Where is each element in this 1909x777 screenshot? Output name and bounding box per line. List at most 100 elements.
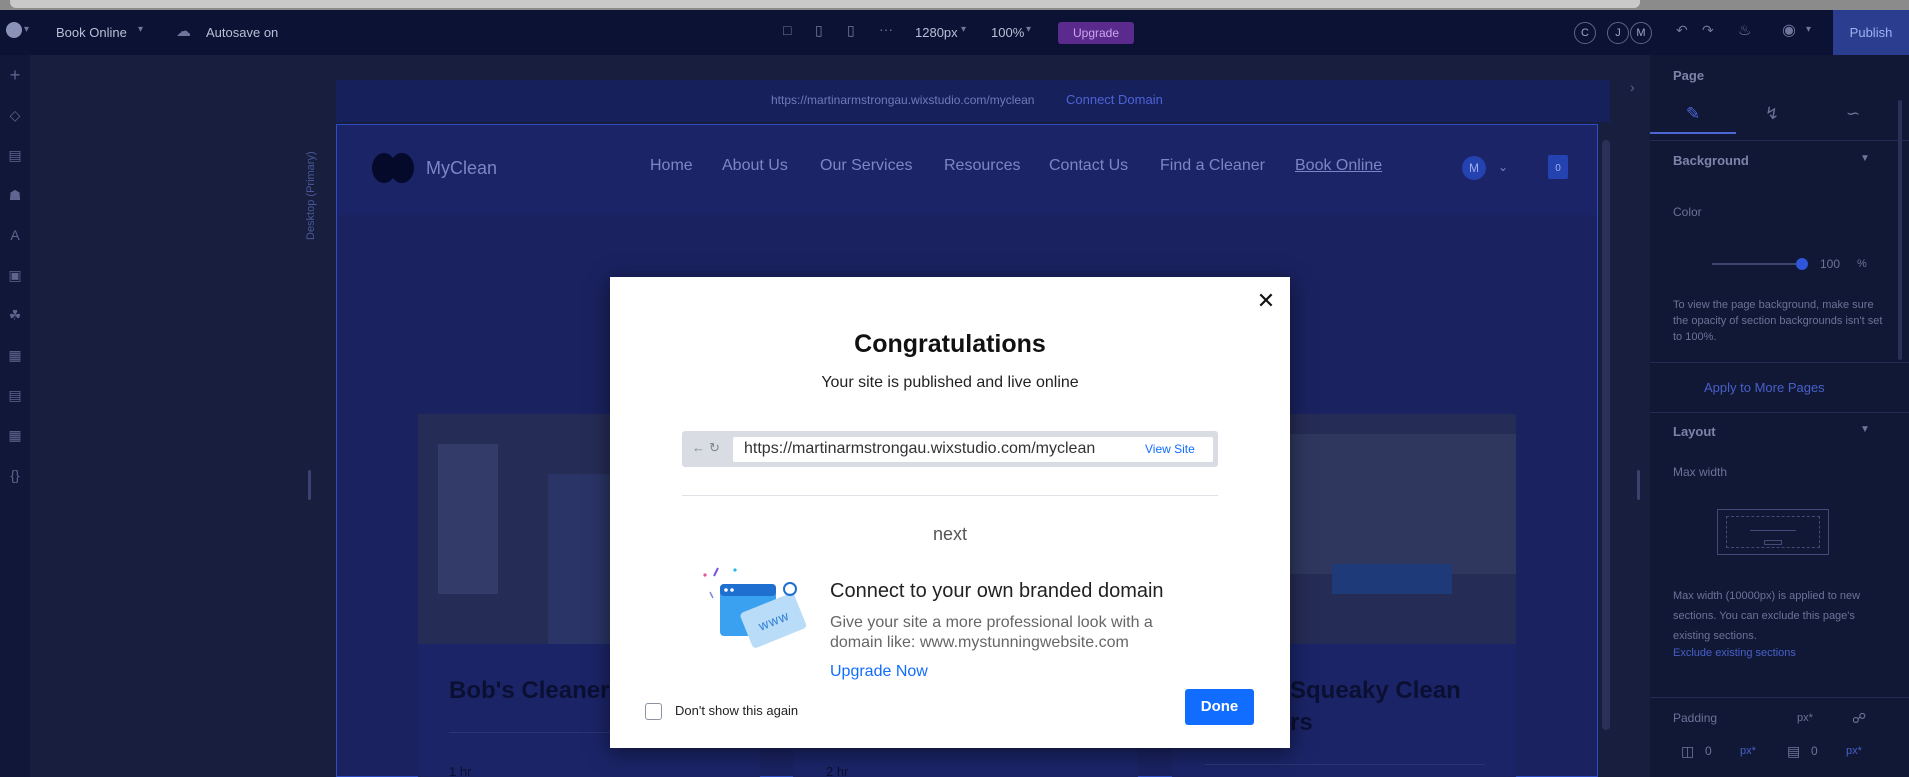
next-label: next xyxy=(932,524,968,544)
connect-tab-icon[interactable]: ∽ xyxy=(1810,104,1896,134)
done-button[interactable]: Done xyxy=(1185,689,1254,725)
text-theme-icon[interactable]: A xyxy=(5,225,25,245)
chevron-down-icon[interactable]: ▾ xyxy=(138,24,143,35)
design-tab-icon[interactable]: ✎ xyxy=(1650,104,1736,134)
opacity-slider-track[interactable] xyxy=(1712,263,1802,265)
site-nav-about[interactable]: About Us xyxy=(722,157,788,175)
panel-scrollbar[interactable] xyxy=(1898,100,1902,360)
service-duration: 1 hr xyxy=(449,764,472,777)
add-icon[interactable]: + xyxy=(5,65,25,85)
autosave-status[interactable]: Autosave on xyxy=(206,25,278,40)
padding-left-unit[interactable]: px* xyxy=(1740,745,1756,757)
zoom-selector[interactable]: 100% xyxy=(991,25,1024,40)
bell-icon[interactable]: ♨ xyxy=(1738,21,1751,39)
wix-logo-icon[interactable] xyxy=(6,22,22,38)
domain-illustration-icon: www xyxy=(703,567,807,648)
connect-domain-description: Give your site a more professional look … xyxy=(830,614,1153,651)
left-toolbar: + ◇ ▤ ☗ A ▣ ☘ ▦ ▤ ▦ {} xyxy=(0,55,30,777)
upgrade-now-link[interactable]: Upgrade Now xyxy=(830,663,928,681)
dialog-divider xyxy=(682,495,1218,496)
redo-icon[interactable]: ↷ xyxy=(1702,22,1714,39)
close-icon[interactable]: ✕ xyxy=(1254,289,1278,313)
widgets-icon[interactable]: ▦ xyxy=(5,345,25,365)
code-icon[interactable]: {} xyxy=(5,465,25,485)
business-icon[interactable]: ▤ xyxy=(5,385,25,405)
site-nav-book-online[interactable]: Book Online xyxy=(1295,157,1382,175)
resize-handle[interactable] xyxy=(1637,470,1640,500)
panel-divider xyxy=(1650,362,1909,363)
pages-icon[interactable]: ▤ xyxy=(5,145,25,165)
view-site-link[interactable]: View Site xyxy=(1145,442,1195,456)
desktop-icon[interactable]: □ xyxy=(783,22,791,38)
site-url-bar: https://martinarmstrongau.wixstudio.com/… xyxy=(336,80,1610,122)
apply-more-pages-link[interactable]: Apply to More Pages xyxy=(1704,380,1825,395)
chevron-down-icon[interactable]: ▼ xyxy=(1860,153,1870,164)
max-width-label: Max width xyxy=(1673,465,1728,479)
dialog-subtitle: Your site is published and live online xyxy=(821,374,1079,391)
site-logo-icon xyxy=(390,153,414,183)
publish-button[interactable]: Publish xyxy=(1833,10,1909,55)
media-icon[interactable]: ▣ xyxy=(5,265,25,285)
opacity-unit: % xyxy=(1857,258,1867,270)
padding-top-value[interactable]: 0 xyxy=(1811,744,1818,758)
max-width-preview[interactable] xyxy=(1717,509,1829,555)
preview-eye-icon[interactable]: ◉ xyxy=(1782,20,1796,40)
connect-domain-link[interactable]: Connect Domain xyxy=(1066,92,1163,107)
chevron-right-icon[interactable]: › xyxy=(1630,79,1635,95)
tablet-icon[interactable]: ▯ xyxy=(815,22,823,39)
chevron-down-icon[interactable]: ▾ xyxy=(1806,24,1811,35)
site-structure-icon[interactable]: ☗ xyxy=(5,185,25,205)
padding-top-unit[interactable]: px* xyxy=(1846,745,1862,757)
width-selector[interactable]: 1280px xyxy=(915,25,958,40)
cms-icon[interactable]: ▦ xyxy=(5,425,25,445)
collaborator-avatar[interactable]: J xyxy=(1607,22,1629,44)
panel-divider xyxy=(1650,697,1909,698)
padding-left-value[interactable]: 0 xyxy=(1705,744,1712,758)
mobile-icon[interactable]: ▯ xyxy=(847,22,855,39)
chevron-down-icon[interactable]: ▾ xyxy=(1026,24,1031,35)
interactions-tab-icon[interactable]: ↯ xyxy=(1729,104,1815,134)
site-nav-resources[interactable]: Resources xyxy=(944,157,1020,175)
site-nav-home[interactable]: Home xyxy=(650,157,693,175)
chevron-down-icon[interactable]: ▾ xyxy=(961,24,966,35)
cart-icon[interactable]: 0 xyxy=(1548,155,1568,179)
dont-show-checkbox[interactable] xyxy=(645,703,662,720)
max-width-note: Max width (10000px) is applied to new se… xyxy=(1673,590,1861,642)
site-nav-find-cleaner[interactable]: Find a Cleaner xyxy=(1160,157,1265,175)
layout-section-title[interactable]: Layout xyxy=(1673,424,1716,439)
site-nav-services[interactable]: Our Services xyxy=(820,157,912,175)
site-user-avatar[interactable]: M xyxy=(1462,156,1486,180)
exclude-sections-link[interactable]: Exclude existing sections xyxy=(1673,647,1796,659)
collaborator-avatar[interactable]: M xyxy=(1630,22,1652,44)
upgrade-button[interactable]: Upgrade xyxy=(1058,22,1134,44)
service-card-title: Squeaky Clean xyxy=(1290,677,1461,704)
padding-left-icon: ◫ xyxy=(1681,743,1695,759)
dialog-title: Congratulations xyxy=(854,330,1046,358)
editor-topbar: ▾ Book Online ▾ ☁ Autosave on □ ▯ ▯ ··· … xyxy=(0,10,1909,55)
published-url: https://martinarmstrongau.wixstudio.com/… xyxy=(744,440,1096,457)
inspector-title: Page xyxy=(1673,68,1705,83)
padding-unit[interactable]: px* xyxy=(1797,712,1813,724)
link-icon[interactable]: ☍ xyxy=(1852,710,1866,727)
resize-handle[interactable] xyxy=(308,470,311,500)
collaborator-avatar[interactable]: C xyxy=(1574,22,1596,44)
site-url: https://martinarmstrongau.wixstudio.com/… xyxy=(771,93,1035,107)
background-section-title[interactable]: Background xyxy=(1673,153,1749,168)
connect-domain-heading: Connect to your own branded domain xyxy=(830,580,1164,602)
site-brand[interactable]: MyClean xyxy=(426,158,497,179)
chevron-down-icon[interactable]: ▼ xyxy=(1860,424,1870,435)
site-nav-contact[interactable]: Contact Us xyxy=(1049,157,1128,175)
opacity-slider-handle[interactable] xyxy=(1796,258,1808,270)
chevron-down-icon[interactable]: ▾ xyxy=(24,24,29,35)
layers-icon[interactable]: ◇ xyxy=(5,105,25,125)
apps-icon[interactable]: ☘ xyxy=(5,305,25,325)
color-label: Color xyxy=(1673,205,1702,219)
chevron-down-icon[interactable]: ⌄ xyxy=(1498,160,1508,174)
opacity-value[interactable]: 100 xyxy=(1820,257,1840,271)
dont-show-label[interactable]: Don't show this again xyxy=(675,703,798,718)
arrow-left-icon: ← xyxy=(692,440,705,455)
page-selector[interactable]: Book Online xyxy=(56,25,127,40)
canvas-scrollbar[interactable] xyxy=(1602,140,1610,730)
undo-icon[interactable]: ↶ xyxy=(1676,22,1688,39)
more-breakpoints-icon[interactable]: ··· xyxy=(879,21,893,37)
